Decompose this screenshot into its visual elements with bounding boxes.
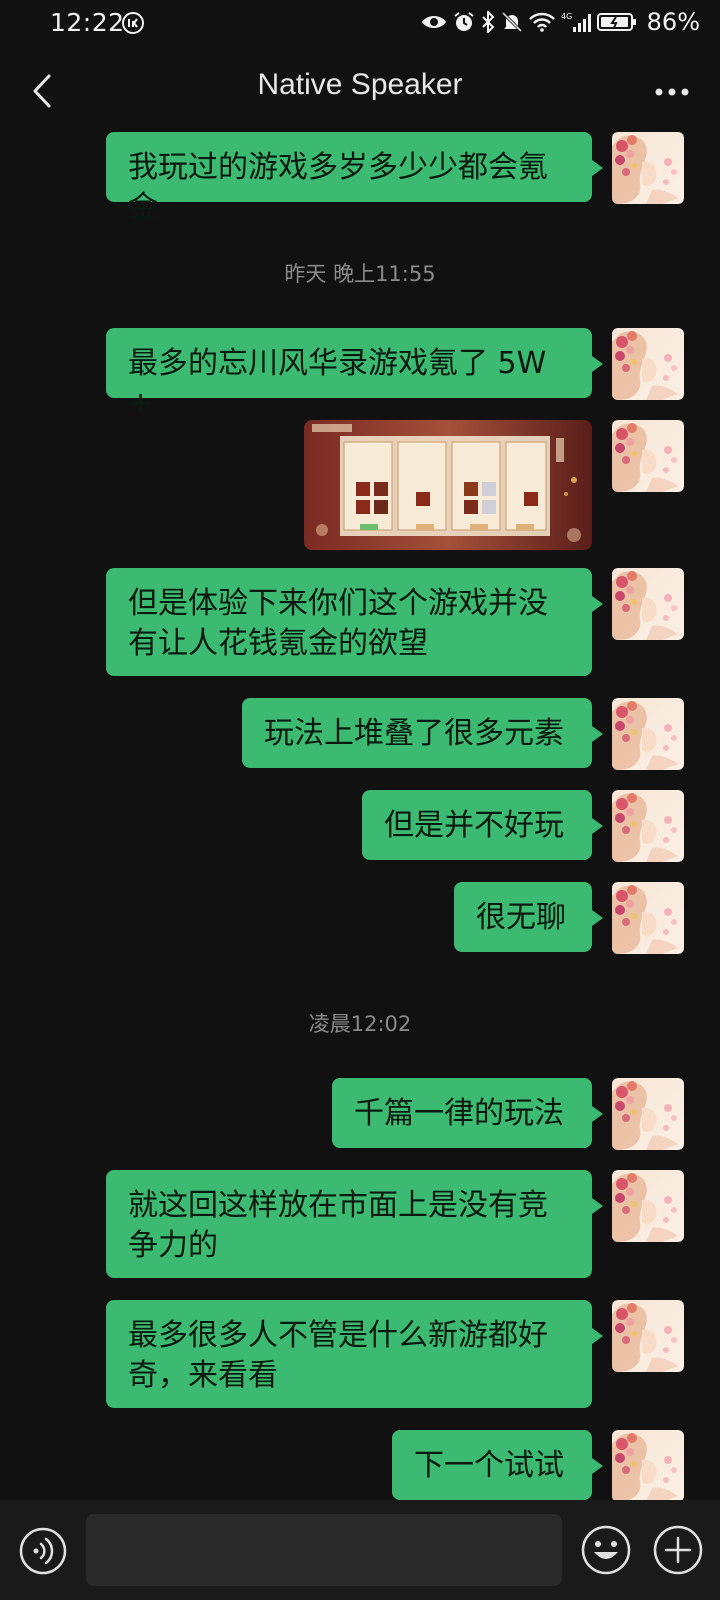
message-bubble[interactable]: 下一个试试 [392, 1430, 603, 1500]
voice-button[interactable] [18, 1526, 68, 1576]
message-bubble[interactable]: 很无聊 [454, 882, 603, 952]
voice-icon [19, 1527, 67, 1575]
game-screenshot-thumbnail [304, 420, 592, 550]
alarm-icon [453, 11, 475, 33]
message-bubble[interactable]: 玩法上堆叠了很多元素 [242, 698, 603, 768]
message-bubble[interactable]: 最多的忘川风华录游戏氪了 5W+ [106, 328, 603, 421]
message-row [304, 420, 684, 550]
message-row: 但是体验下来你们这个游戏并没有让人花钱氪金的欲望 [106, 568, 684, 676]
more-dots-icon [655, 88, 689, 96]
status-bar: 12:22 4G 86% [0, 0, 720, 48]
more-button[interactable] [648, 72, 696, 112]
mute-icon [501, 11, 523, 33]
message-row: 最多很多人不管是什么新游都好奇，来看看 [106, 1300, 684, 1408]
timestamp: 昨天 晚上11:55 [284, 262, 436, 286]
avatar[interactable] [612, 790, 684, 862]
status-icons: 4G 86% [421, 8, 700, 36]
message-input[interactable] [86, 1514, 562, 1586]
signal-icon: 4G [561, 11, 591, 33]
plus-icon [653, 1525, 703, 1575]
message-row: 就这回这样放在市面上是没有竞争力的 [106, 1170, 684, 1278]
message-row: 下一个试试 [392, 1430, 684, 1500]
chat-screen: 12:22 4G 86% Native Speaker 我玩过的游戏多岁多少少都… [0, 0, 720, 1600]
avatar[interactable] [612, 1078, 684, 1150]
message-bubble[interactable]: 但是体验下来你们这个游戏并没有让人花钱氪金的欲望 [106, 568, 603, 676]
battery-icon [596, 11, 637, 33]
message-bubble[interactable]: 千篇一律的玩法 [332, 1078, 603, 1148]
plus-button[interactable] [652, 1524, 704, 1576]
avatar[interactable] [612, 1430, 684, 1500]
avatar[interactable] [612, 1300, 684, 1372]
eye-icon [421, 12, 447, 32]
chat-title: Native Speaker [257, 68, 463, 101]
message-row: 千篇一律的玩法 [332, 1078, 684, 1150]
message-row: 很无聊 [454, 882, 684, 954]
timestamp: 凌晨12:02 [308, 1012, 412, 1036]
avatar[interactable] [612, 1170, 684, 1242]
message-row: 我玩过的游戏多岁多少少都会氪金 [106, 132, 684, 225]
svg-text:4G: 4G [561, 12, 572, 21]
avatar[interactable] [612, 698, 684, 770]
battery-percent: 86% [646, 8, 700, 36]
avatar[interactable] [612, 420, 684, 492]
bluetooth-icon [481, 11, 495, 33]
message-row: 但是并不好玩 [362, 790, 684, 862]
message-row: 最多的忘川风华录游戏氪了 5W+ [106, 328, 684, 421]
emoji-button[interactable] [580, 1524, 632, 1576]
message-row: 玩法上堆叠了很多元素 [242, 698, 684, 770]
status-time: 12:22 [50, 8, 125, 37]
message-bubble[interactable]: 就这回这样放在市面上是没有竞争力的 [106, 1170, 603, 1278]
wifi-icon [528, 12, 555, 32]
avatar[interactable] [612, 328, 684, 400]
avatar[interactable] [612, 882, 684, 954]
image-message[interactable] [304, 420, 592, 550]
avatar[interactable] [612, 132, 684, 204]
avatar[interactable] [612, 568, 684, 640]
emoji-icon [581, 1525, 631, 1575]
message-bubble[interactable]: 最多很多人不管是什么新游都好奇，来看看 [106, 1300, 603, 1408]
input-bar [0, 1500, 720, 1600]
message-bubble[interactable]: 我玩过的游戏多岁多少少都会氪金 [106, 132, 603, 225]
chat-header: Native Speaker [0, 48, 720, 132]
message-bubble[interactable]: 但是并不好玩 [362, 790, 603, 860]
message-list[interactable]: 我玩过的游戏多岁多少少都会氪金 昨天 晚上11:55 最多的忘川风华录游戏氪了 … [0, 132, 720, 1500]
app-notification-icon [122, 12, 144, 40]
